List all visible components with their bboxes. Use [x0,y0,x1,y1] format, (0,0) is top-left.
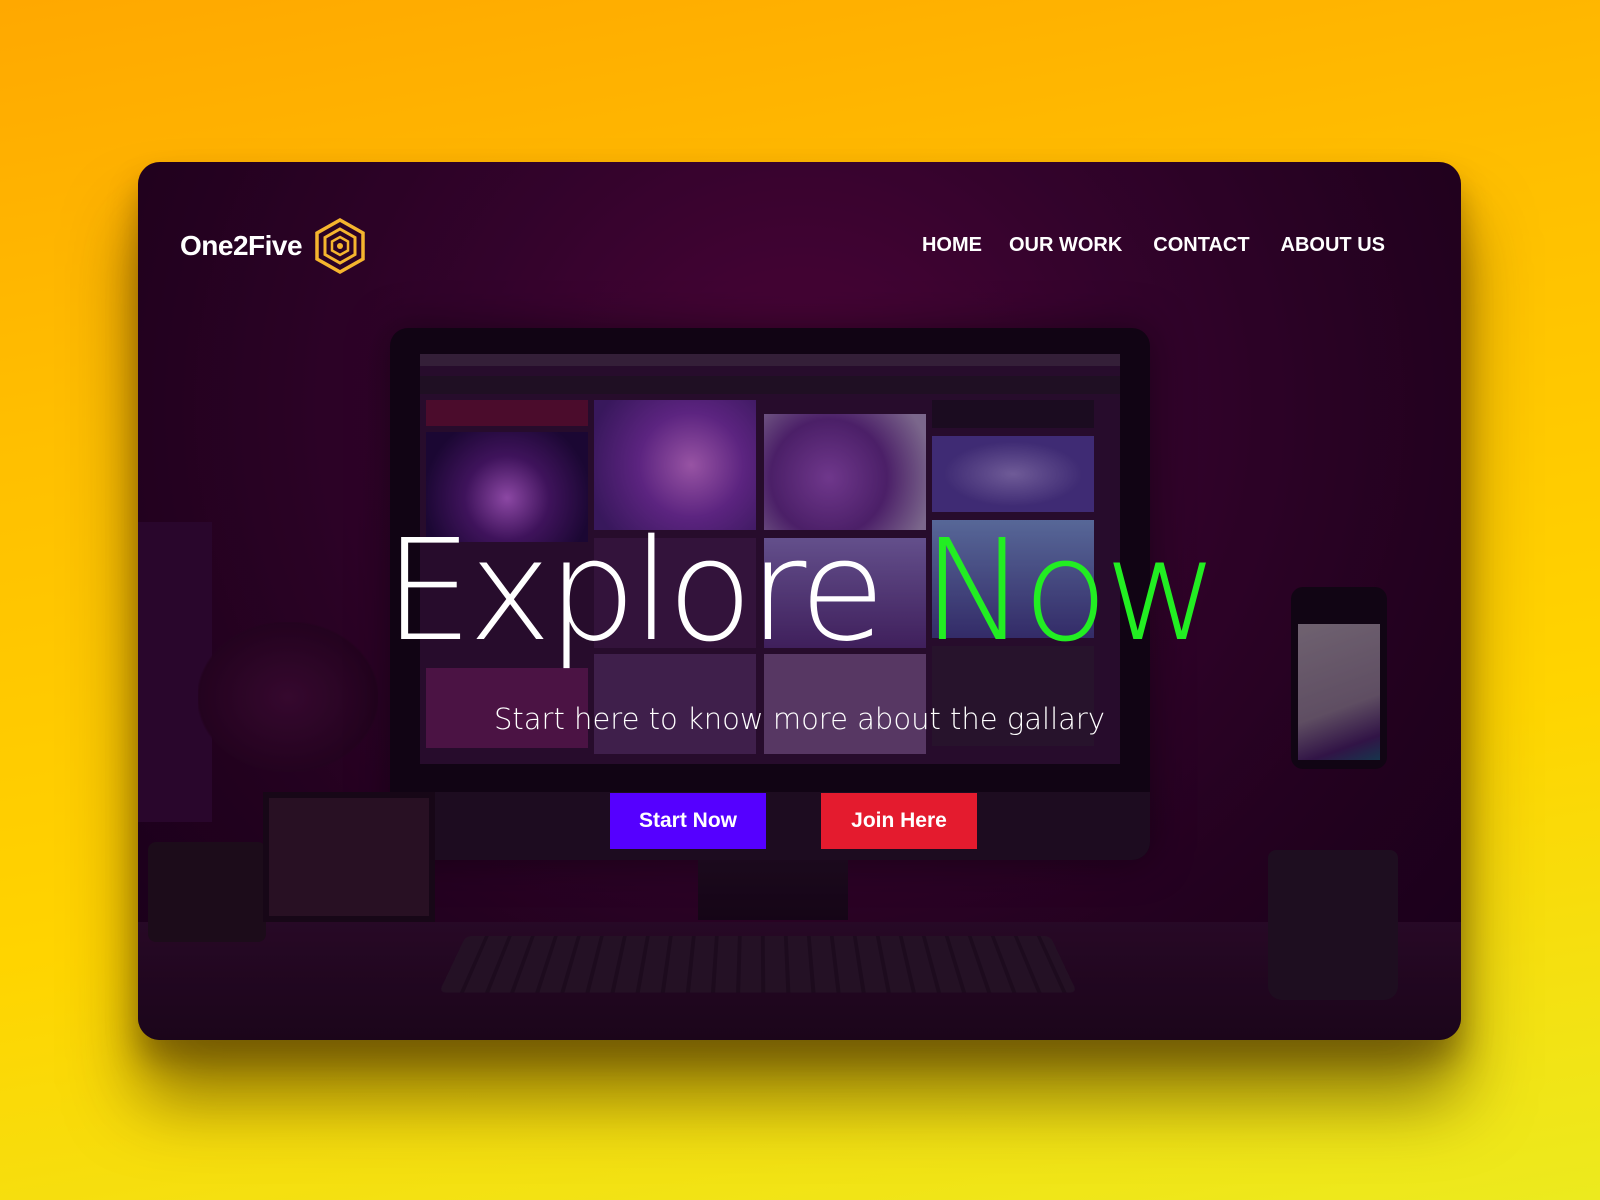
main-menu: HOME OUR WORK CONTACT ABOUT US [895,234,1385,257]
join-here-button[interactable]: Join Here [821,793,977,849]
hero-card: One2Five HOME OUR WORK CONTACT ABOUT US … [138,162,1461,1040]
hero-title-word-explore: Explore [384,510,885,673]
hero-title-word-now: Now [921,510,1219,673]
nav-item-contact[interactable]: CONTACT [1153,234,1249,257]
nav-item-home[interactable]: HOME [922,234,982,257]
hexagon-logo-icon [315,218,365,274]
hero-subtitle: Start here to know more about the gallar… [494,702,1105,736]
hero-title: Explore Now [138,522,1461,662]
start-now-button[interactable]: Start Now [610,793,766,849]
nav-item-our-work[interactable]: OUR WORK [1009,234,1122,257]
nav-item-about-us[interactable]: ABOUT US [1281,234,1385,257]
top-navigation: One2Five HOME OUR WORK CONTACT ABOUT US [138,162,1461,332]
brand-name: One2Five [180,230,303,261]
brand[interactable]: One2Five [180,218,366,274]
